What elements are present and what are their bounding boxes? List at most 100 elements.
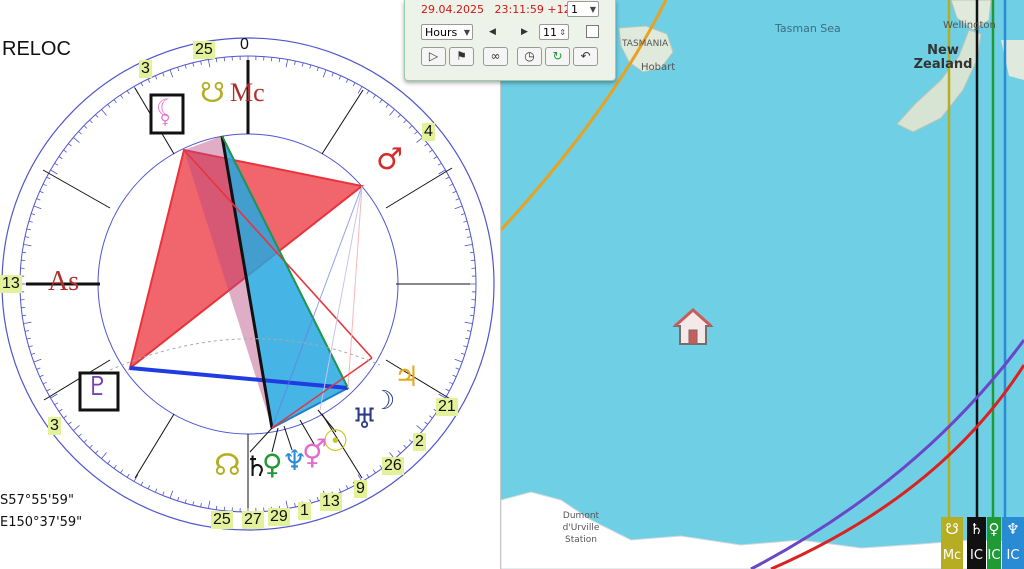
degree-tick <box>215 505 218 510</box>
degree-tick <box>467 330 472 332</box>
relocation-map[interactable]: TASMANIA Hobart Tasman Sea Wellington Ne… <box>501 0 1024 569</box>
degree-tick <box>39 190 44 194</box>
new-zealand-label: New Zealand <box>913 43 973 72</box>
degree-tick <box>428 149 433 153</box>
degree-tick <box>22 314 27 317</box>
signpost-icon: ⚑ <box>456 49 467 63</box>
step-forward-arrow-icon[interactable]: ▶ <box>521 27 528 37</box>
degree-tick <box>316 496 319 501</box>
degree-tick <box>147 485 151 490</box>
signpost-button[interactable]: ⚑ <box>449 47 474 66</box>
degree-tick <box>126 90 130 95</box>
degree-tick <box>73 137 80 143</box>
map-canvas[interactable] <box>501 0 1024 569</box>
degree-tick <box>31 213 36 216</box>
mc-degree-label: 0 <box>240 36 249 53</box>
mars-glyph[interactable]: ♂ <box>376 142 403 177</box>
degree-tick <box>33 205 42 210</box>
play-button[interactable]: ▷ <box>421 47 446 66</box>
tasmania-label: TASMANIA <box>622 39 669 49</box>
degree-tick <box>78 131 82 135</box>
degree-tick <box>424 421 428 425</box>
refresh-clock-icon: ↻ <box>552 49 563 63</box>
auto-checkbox[interactable] <box>586 25 599 38</box>
degree-tick <box>454 205 463 210</box>
degree-tick <box>322 69 327 78</box>
degree-tick <box>338 488 342 493</box>
undo-button[interactable]: ↶ <box>573 47 598 66</box>
relocation-chart-panel: RELOC ☾ ♀ ♇ ☋ Mc As ♂ ♃ ♅ ☽ ☉ ⚥ ♆ ♀ ♄ ☊ … <box>0 0 501 569</box>
neptune-glyph[interactable]: ♆ <box>282 444 307 477</box>
degree-tick <box>184 499 187 504</box>
degree-tick <box>36 367 41 370</box>
legend-venus-ic[interactable]: ♀ IC <box>987 517 1001 569</box>
degree-tick <box>58 408 63 412</box>
jupiter-glyph[interactable]: ♃ <box>394 360 419 393</box>
now-button[interactable]: ↻ <box>545 47 570 66</box>
degree-tick <box>460 352 465 355</box>
hobart-label: Hobart <box>641 62 676 73</box>
legend-south-node-mc[interactable]: ☋ Mc <box>941 517 963 569</box>
unit-select[interactable]: Hours ▼ <box>421 24 473 40</box>
saturn-glyph[interactable]: ♄ <box>244 450 269 483</box>
degree-tick <box>200 60 202 65</box>
speed-select[interactable]: 1 ▼ <box>567 1 599 17</box>
planet-degree-label: 9 <box>354 480 367 498</box>
degree-tick <box>147 78 151 83</box>
degree-tick <box>50 169 58 175</box>
link-button[interactable]: ∞ <box>483 47 508 66</box>
legend-neptune-ic[interactable]: ♆ IC <box>1002 517 1024 569</box>
degree-tick <box>120 94 124 99</box>
degree-tick <box>416 425 423 431</box>
degree-tick <box>408 125 413 129</box>
degree-tick <box>33 358 42 363</box>
degree-tick <box>126 473 130 478</box>
degree-tick <box>301 62 304 67</box>
chart-title: RELOC <box>2 38 71 60</box>
clock-button[interactable]: ◷ <box>517 47 542 66</box>
degree-tick <box>403 444 407 449</box>
latitude-readout: S57°55'59" <box>0 493 74 508</box>
planet-degree-label: 2 <box>413 433 426 451</box>
degree-tick <box>449 381 454 385</box>
degree-tick <box>26 228 31 231</box>
asc-label: As <box>48 266 80 297</box>
degree-tick <box>208 500 211 509</box>
degree-tick <box>113 464 117 469</box>
degree-tick <box>379 99 383 104</box>
degree-tick <box>200 503 202 508</box>
degree-tick <box>83 125 88 129</box>
cusp-12-label: 3 <box>139 60 152 78</box>
degree-tick <box>26 337 31 340</box>
planet-degree-label: 1 <box>298 502 311 520</box>
south-node-glyph[interactable]: ☋ <box>200 76 225 109</box>
degree-tick <box>463 345 468 348</box>
spin-icon: ⇕ <box>559 28 566 37</box>
cusp-8-label: 21 <box>436 398 458 416</box>
undo-icon: ↶ <box>580 49 591 63</box>
degree-tick <box>95 114 99 118</box>
play-icon: ▷ <box>428 49 439 63</box>
degree-tick <box>107 104 111 108</box>
degree-tick <box>452 190 457 194</box>
degree-tick <box>107 460 111 464</box>
degree-tick <box>316 67 319 72</box>
legend-saturn-ic[interactable]: ♄ IC <box>967 517 986 569</box>
north-node-glyph[interactable]: ☊ <box>214 448 241 483</box>
degree-tick <box>101 109 107 116</box>
degree-tick <box>169 69 174 78</box>
degree-tick <box>338 75 342 80</box>
degree-tick <box>345 78 349 83</box>
longitude-readout: E150°37'59" <box>0 515 83 530</box>
home-icon <box>672 307 714 345</box>
degree-tick <box>294 503 296 508</box>
degree-tick <box>452 374 457 378</box>
degree-tick <box>366 473 370 478</box>
clock-icon: ◷ <box>524 49 535 63</box>
degree-tick <box>113 99 117 104</box>
pluto-glyph[interactable]: ♇ <box>86 372 109 402</box>
step-input[interactable]: 11 ⇕ <box>539 24 569 40</box>
step-back-arrow-icon[interactable]: ◀ <box>489 27 496 37</box>
link-icon: ∞ <box>490 49 501 63</box>
degree-tick <box>177 67 180 72</box>
